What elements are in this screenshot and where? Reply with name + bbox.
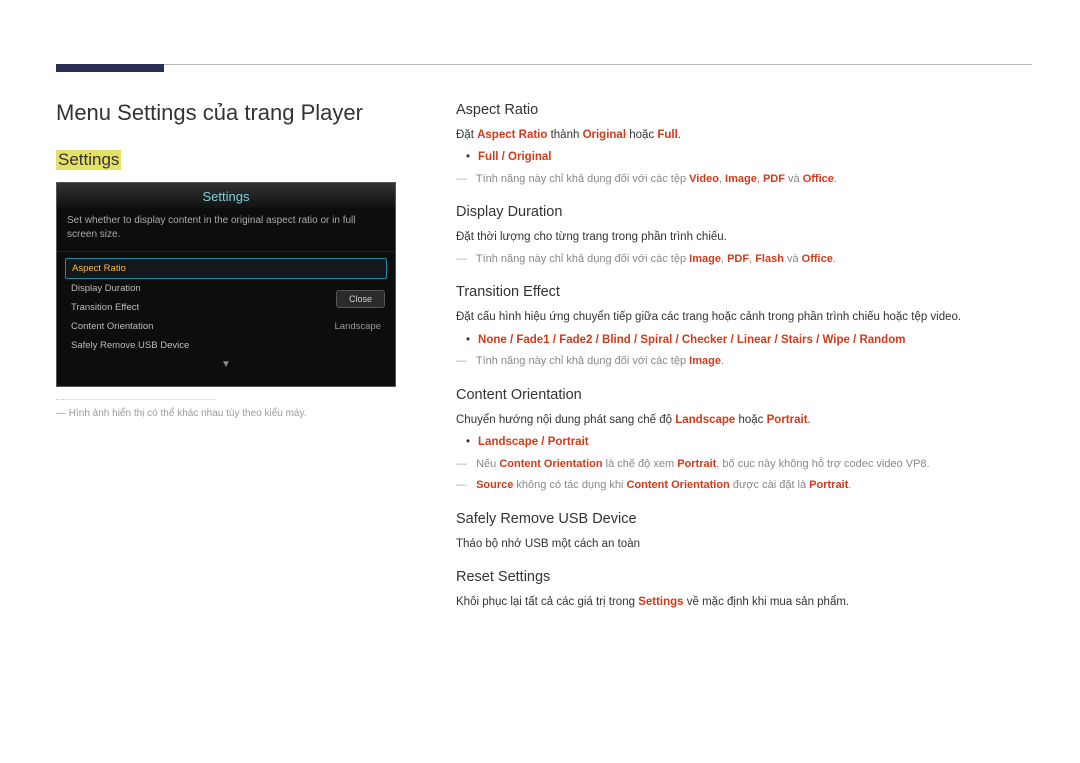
top-accent-bar bbox=[56, 64, 164, 72]
device-subtitle: Set whether to display content in the or… bbox=[57, 208, 395, 252]
text-content-orientation-line1: Chuyển hướng nội dung phát sang chế độ L… bbox=[456, 411, 1024, 429]
menu-item-label: Aspect Ratio bbox=[72, 263, 126, 274]
note-display-duration: Tính năng này chỉ khả dụng đối với các t… bbox=[456, 251, 1024, 269]
heading-content-orientation: Content Orientation bbox=[456, 387, 1024, 403]
text-aspect-ratio-line1: Đặt Aspect Ratio thành Original hoặc Ful… bbox=[456, 126, 1024, 144]
heading-safely-remove-usb: Safely Remove USB Device bbox=[456, 511, 1024, 527]
menu-item-label: Display Duration bbox=[71, 283, 141, 294]
section-highlight-settings: Settings bbox=[56, 150, 121, 170]
device-settings-screenshot: Settings Set whether to display content … bbox=[56, 182, 396, 387]
heading-aspect-ratio: Aspect Ratio bbox=[456, 102, 1024, 118]
menu-item-value: Landscape bbox=[335, 321, 381, 332]
top-divider bbox=[56, 64, 1032, 78]
menu-item-aspect-ratio[interactable]: Aspect Ratio bbox=[65, 258, 387, 279]
bullet-transition-options: None / Fade1 / Fade2 / Blind / Spiral / … bbox=[466, 331, 1024, 349]
caption-note: ― Hình ảnh hiển thị có thể khác nhau tùy… bbox=[56, 408, 402, 419]
note-content-orientation-1: Nếu Content Orientation là chế độ xem Po… bbox=[456, 456, 1024, 474]
close-button[interactable]: Close bbox=[336, 290, 385, 308]
menu-item-label: Transition Effect bbox=[71, 302, 139, 313]
heading-reset-settings: Reset Settings bbox=[456, 569, 1024, 585]
text-transition-line1: Đặt cấu hình hiệu ứng chuyển tiếp giữa c… bbox=[456, 308, 1024, 326]
page-title: Menu Settings của trang Player bbox=[56, 100, 402, 126]
note-aspect-ratio: Tính năng này chỉ khả dụng đối với các t… bbox=[456, 171, 1024, 189]
menu-item-label: Content Orientation bbox=[71, 321, 153, 332]
text-reset-line1: Khôi phục lại tất cả các giá trị trong S… bbox=[456, 593, 1024, 611]
menu-item-content-orientation[interactable]: Content Orientation Landscape bbox=[65, 317, 387, 336]
note-transition: Tính năng này chỉ khả dụng đối với các t… bbox=[456, 353, 1024, 371]
caption-divider bbox=[56, 399, 216, 400]
heading-display-duration: Display Duration bbox=[456, 204, 1024, 220]
menu-item-label: Safely Remove USB Device bbox=[71, 340, 189, 351]
menu-item-safely-remove-usb[interactable]: Safely Remove USB Device bbox=[65, 336, 387, 355]
bullet-aspect-ratio-options: Full / Original bbox=[466, 148, 1024, 166]
heading-transition-effect: Transition Effect bbox=[456, 284, 1024, 300]
text-display-duration-line1: Đặt thời lượng cho từng trang trong phần… bbox=[456, 228, 1024, 246]
text-usb-line1: Tháo bộ nhớ USB một cách an toàn bbox=[456, 535, 1024, 553]
chevron-down-icon[interactable]: ▼ bbox=[65, 355, 387, 376]
bullet-content-orientation-options: Landscape / Portrait bbox=[466, 433, 1024, 451]
note-content-orientation-2: Source không có tác dụng khi Content Ori… bbox=[456, 477, 1024, 495]
device-header: Settings bbox=[57, 183, 395, 208]
